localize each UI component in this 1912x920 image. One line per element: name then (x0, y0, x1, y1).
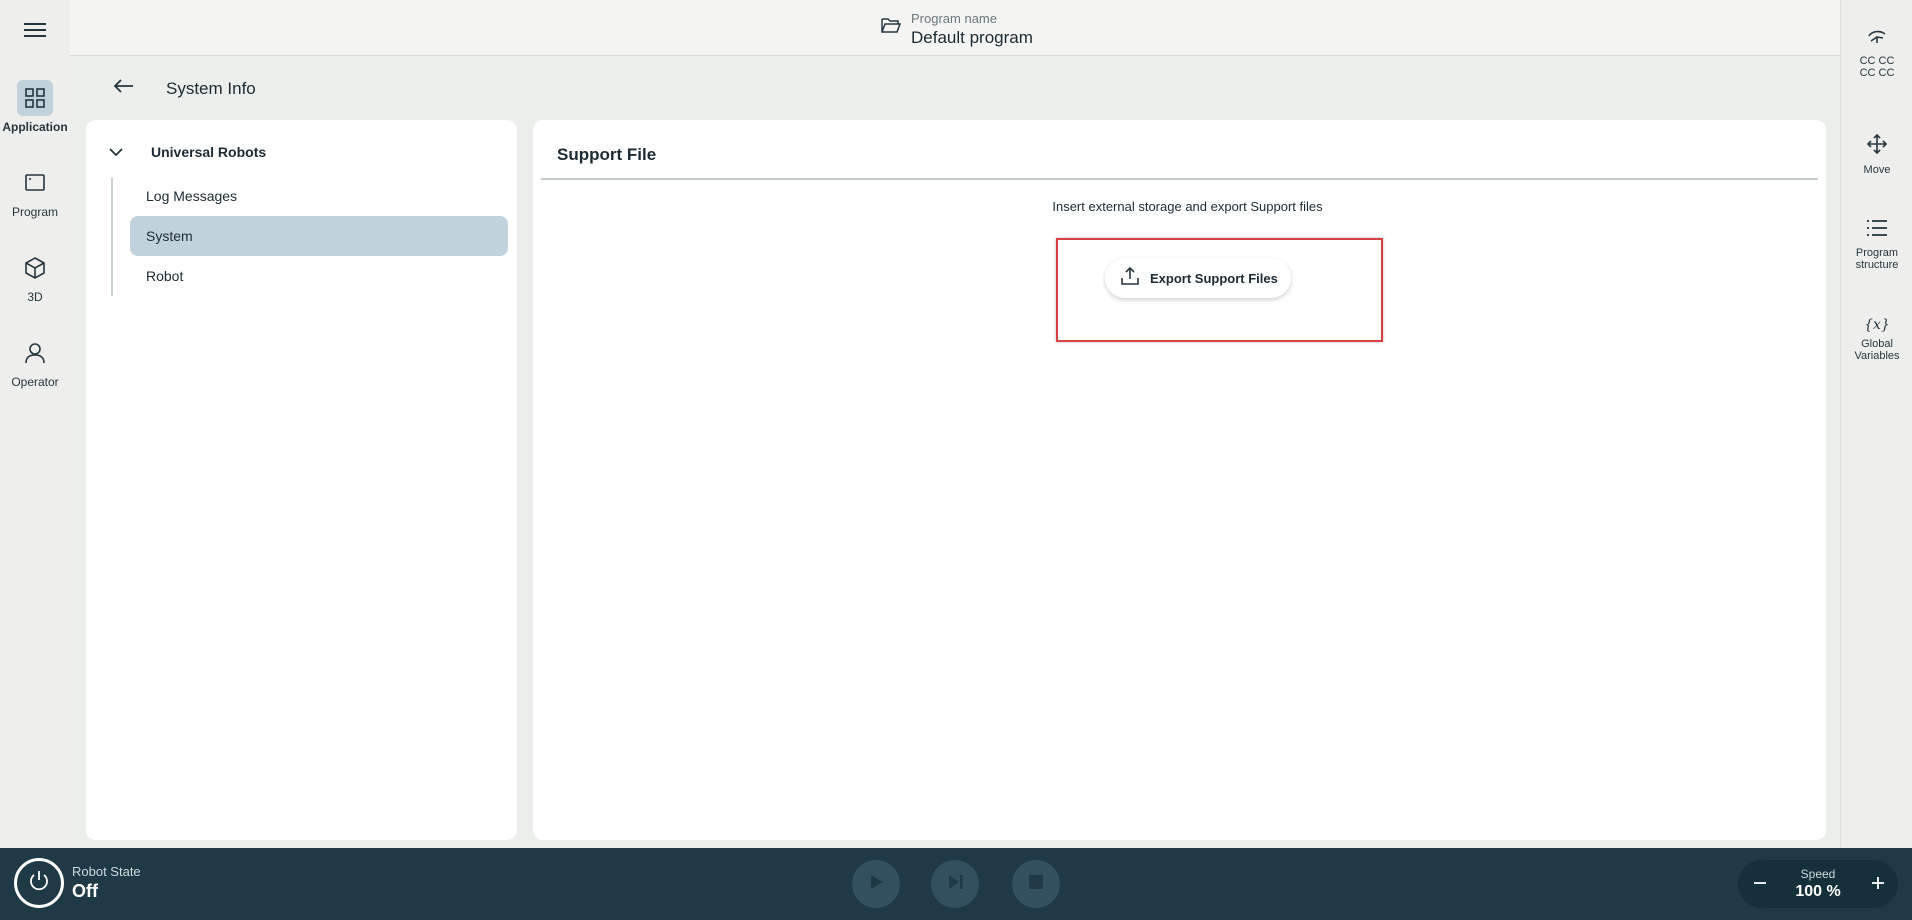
minus-icon (1752, 870, 1768, 898)
nav-3d[interactable]: 3D (0, 250, 70, 304)
nav-3d-label: 3D (27, 290, 43, 304)
tcp-button[interactable]: CC CC CC CC (1841, 28, 1912, 79)
program-name[interactable]: Default program (911, 28, 1033, 48)
tree-item-robot[interactable]: Robot (130, 256, 508, 296)
global-variables-label-line1: Global (1861, 338, 1893, 350)
play-icon (866, 872, 886, 897)
nav-application-label: Application (2, 120, 68, 134)
speed-control: Speed 100 % (1738, 860, 1898, 908)
speed-value: 100 % (1795, 883, 1841, 900)
nav-application[interactable]: Application (0, 80, 70, 134)
move-button[interactable]: Move (1841, 133, 1912, 176)
robot-state-label: Robot State (72, 864, 141, 879)
bottom-control-bar: Robot State Off Speed 100 % (0, 848, 1912, 920)
top-header: Program name Default program (70, 0, 1840, 56)
person-icon (17, 335, 53, 371)
nav-program-label: Program (11, 205, 58, 219)
hamburger-menu-icon[interactable] (20, 19, 50, 41)
section-title: Support File (557, 145, 657, 164)
program-structure-label-line2: structure (1855, 259, 1899, 271)
list-icon (1865, 220, 1889, 242)
global-variables-button[interactable]: {x} Global Variables (1841, 316, 1912, 362)
page-title: System Info (166, 79, 256, 98)
instruction-text: Insert external storage and export Suppo… (1052, 199, 1323, 214)
tree-root-label: Universal Robots (151, 144, 267, 160)
tcp-icon (1866, 30, 1888, 50)
tcp-label-line1: CC CC (1859, 55, 1895, 67)
program-structure-label-line1: Program (1855, 247, 1899, 259)
tree-root-universal-robots[interactable]: Universal Robots (104, 140, 484, 164)
chevron-down-icon[interactable] (104, 140, 128, 164)
program-structure-button[interactable]: Program structure (1841, 218, 1912, 271)
speed-increase-button[interactable] (1862, 868, 1894, 900)
speed-decrease-button[interactable] (1744, 868, 1776, 900)
stop-button[interactable] (1012, 860, 1060, 908)
grid-icon (17, 80, 53, 116)
arrow-left-icon (112, 79, 136, 100)
tree-item-label: System (146, 228, 193, 244)
back-button[interactable] (112, 76, 140, 100)
cube-icon (17, 250, 53, 286)
window-icon (17, 165, 53, 201)
stop-icon (1027, 873, 1045, 896)
tree-connector-line (111, 178, 113, 296)
tree-item-system[interactable]: System (130, 216, 508, 256)
speed-label: Speed (1800, 867, 1836, 881)
nav-operator-label: Operator (11, 375, 59, 389)
support-file-panel: Support File Insert external storage and… (533, 120, 1826, 840)
tcp-label-line2: CC CC (1859, 67, 1895, 79)
left-navigation-rail: Application Program 3D Operator (0, 0, 70, 848)
system-info-tree-panel: Universal Robots Log Messages System Rob… (86, 120, 517, 840)
program-name-caption: Program name (911, 11, 997, 26)
move-label: Move (1863, 164, 1891, 176)
global-variables-label-line2: Variables (1854, 350, 1900, 362)
export-support-files-button[interactable]: Export Support Files (1105, 258, 1291, 298)
power-icon (27, 869, 51, 898)
skip-next-icon (945, 872, 965, 897)
tree-item-label: Robot (146, 268, 184, 284)
step-button[interactable] (931, 860, 979, 908)
power-button[interactable] (14, 858, 64, 908)
folder-open-icon[interactable] (881, 16, 902, 39)
tree-item-log-messages[interactable]: Log Messages (130, 176, 508, 216)
tree-item-label: Log Messages (146, 188, 238, 204)
right-tool-rail: CC CC CC CC Move Program structure {x} G… (1840, 0, 1912, 848)
robot-state-value: Off (72, 881, 98, 901)
export-support-files-label: Export Support Files (1150, 270, 1278, 286)
nav-operator[interactable]: Operator (0, 335, 70, 389)
play-button[interactable] (852, 860, 900, 908)
section-divider (541, 178, 1818, 180)
plus-icon (1870, 870, 1886, 898)
upload-icon (1120, 266, 1140, 291)
move-arrows-icon (1866, 133, 1888, 159)
nav-program[interactable]: Program (0, 165, 70, 219)
variable-icon: {x} (1864, 317, 1890, 333)
